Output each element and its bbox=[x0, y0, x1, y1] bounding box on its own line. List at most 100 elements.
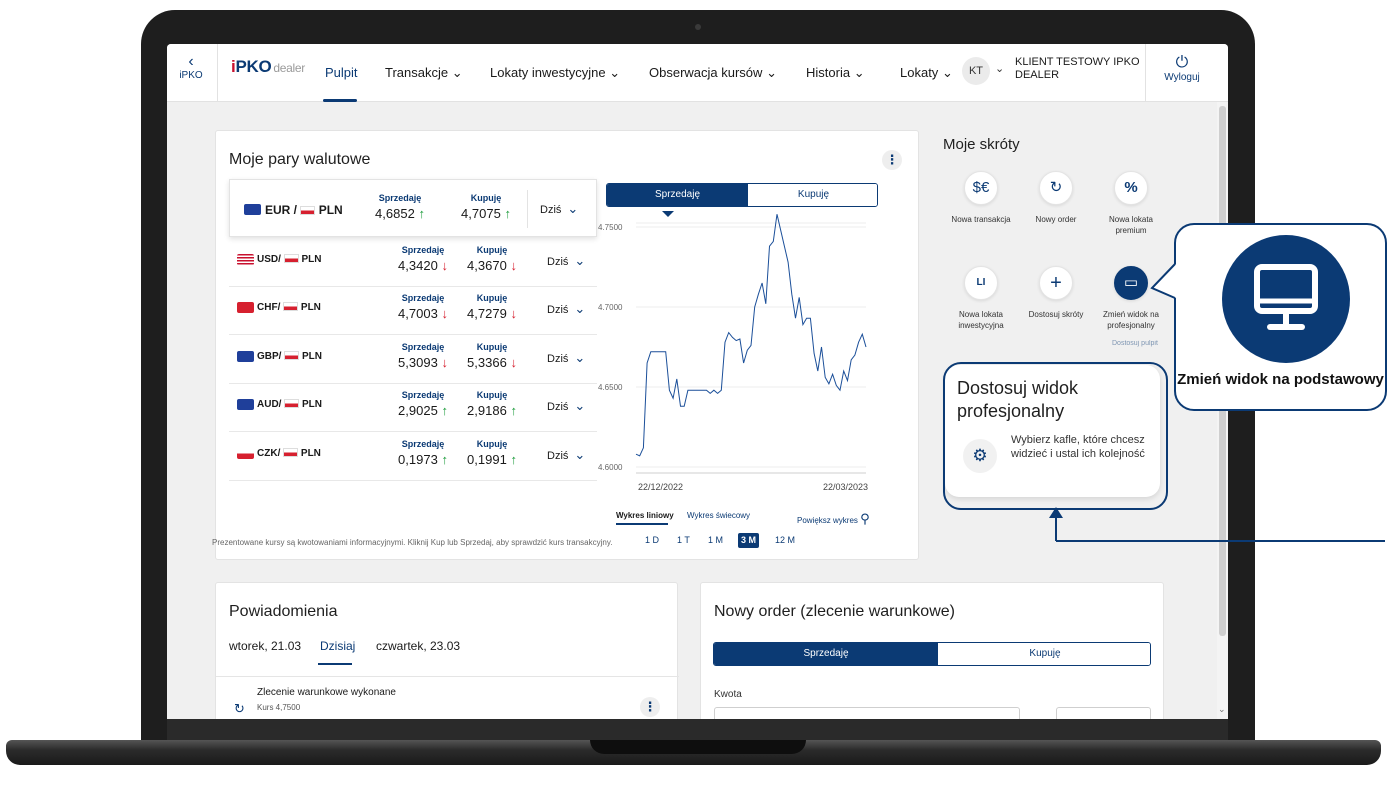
order-sell-tab[interactable]: Sprzedaję bbox=[714, 643, 938, 665]
pair-quote: PLN bbox=[318, 203, 343, 217]
shortcuts-title: Moje skróty bbox=[943, 136, 1020, 153]
scroll-down-arrow[interactable]: ⌄ bbox=[1218, 704, 1226, 715]
back-label: iPKO bbox=[179, 70, 203, 81]
shortcut-investment-deposit[interactable]: LI Nowa lokata inwestycyjna bbox=[946, 266, 1016, 331]
logo-main: PKO bbox=[235, 57, 272, 76]
gbp-flag-icon bbox=[237, 351, 254, 362]
shortcut-label: Zmień widok na profesjonalny bbox=[1102, 310, 1160, 330]
tab-thursday[interactable]: czwartek, 23.03 bbox=[376, 639, 460, 653]
pair-base: GBP bbox=[257, 351, 279, 362]
buy-value: 5,3366 ↓ bbox=[457, 355, 527, 370]
zoom-chart-link[interactable]: Powiększ wykres ⚲ bbox=[797, 511, 870, 527]
period-select[interactable]: Dziś ⌄ bbox=[540, 201, 578, 217]
chart-sell-tab[interactable]: Sprzedaję bbox=[607, 184, 748, 206]
pair-quote: PLN bbox=[300, 302, 321, 313]
date-input[interactable] bbox=[1056, 707, 1151, 719]
logout-button[interactable]: ⏻ Wyloguj bbox=[1152, 54, 1212, 83]
pair-row-usd-pln[interactable]: USD/ PLN Sprzedaję 4,3420 ↓ Kupuję 4,3670 ↓ D… bbox=[229, 239, 597, 287]
sell-value: 2,9025 ↑ bbox=[388, 403, 458, 418]
chevron-down-icon[interactable]: ⌄ bbox=[995, 62, 1004, 75]
toggle-pointer bbox=[662, 211, 674, 217]
chart-buy-tab[interactable]: Kupuję bbox=[748, 184, 877, 206]
range-12m[interactable]: 12 M bbox=[772, 533, 798, 548]
aud-flag-icon bbox=[237, 399, 254, 410]
more-options-icon[interactable]: ⋮ bbox=[640, 697, 660, 717]
more-options-icon[interactable]: ⋮ bbox=[882, 150, 902, 170]
amount-input[interactable] bbox=[714, 707, 1020, 719]
nav-label: Transakcje bbox=[385, 65, 449, 80]
order-buy-tab[interactable]: Kupuję bbox=[938, 643, 1150, 665]
candle-chart-tab[interactable]: Wykres świecowy bbox=[687, 511, 750, 520]
line-chart-tab[interactable]: Wykres liniowy bbox=[616, 511, 674, 520]
pair-row-gbp-pln[interactable]: GBP/ PLN Sprzedaję 5,3093 ↓ Kupuję 5,3366 ↓ D… bbox=[229, 336, 597, 384]
buy-rate[interactable]: Kupuję 2,9186 ↑ bbox=[457, 390, 527, 418]
period-select[interactable]: Dziś ⌄ bbox=[547, 398, 585, 414]
buy-rate[interactable]: Kupuję 4,7279 ↓ bbox=[457, 293, 527, 321]
chevron-down-icon: ⌄ bbox=[609, 65, 621, 80]
ipko-dealer-logo[interactable]: iPKO dealer bbox=[231, 57, 305, 77]
buy-rate[interactable]: Kupuję 0,1991 ↑ bbox=[457, 439, 527, 467]
pair-base: CHF bbox=[257, 302, 278, 313]
avatar[interactable]: KT bbox=[962, 57, 990, 85]
period-label: Dziś bbox=[540, 204, 562, 216]
buy-rate[interactable]: Kupuję 4,3670 ↓ bbox=[457, 245, 527, 273]
laptop-notch bbox=[590, 740, 806, 754]
chart-side-toggle[interactable]: Sprzedaję Kupuję bbox=[606, 183, 878, 207]
period-select[interactable]: Dziś ⌄ bbox=[547, 447, 585, 463]
pair-row-eur-pln[interactable]: EUR / PLN Sprzedaję 4,6852 ↑ Kupuję 4,7075… bbox=[229, 179, 597, 237]
nav-lokaty[interactable]: Lokaty ⌄ bbox=[900, 65, 953, 81]
range-1t[interactable]: 1 T bbox=[674, 533, 693, 548]
buy-label: Kupuję bbox=[476, 390, 508, 400]
pair-label: CHF/ PLN bbox=[257, 302, 321, 313]
top-navigation: ‹ iPKO iPKO dealer Pulpit Transakcje ⌄ Lo… bbox=[167, 44, 1228, 102]
customize-dashboard-link[interactable]: Dostosuj pulpit bbox=[1112, 340, 1158, 347]
period-select[interactable]: Dziś ⌄ bbox=[547, 350, 585, 366]
buy-label: Kupuję bbox=[476, 342, 508, 352]
chevron-down-icon: ⌄ bbox=[766, 65, 777, 80]
nav-historia[interactable]: Historia ⌄ bbox=[806, 65, 865, 81]
nav-pulpit[interactable]: Pulpit bbox=[325, 65, 358, 80]
shortcut-label: Nowy order bbox=[1035, 215, 1077, 224]
nav-transakcje[interactable]: Transakcje ⌄ bbox=[385, 65, 463, 81]
sell-label: Sprzedaję bbox=[401, 439, 445, 449]
y-tick-label: 4.7000 bbox=[598, 303, 623, 312]
tab-tuesday[interactable]: wtorek, 21.03 bbox=[229, 639, 301, 653]
buy-value: 0,1991 ↑ bbox=[457, 452, 527, 467]
pair-row-chf-pln[interactable]: CHF/ PLN Sprzedaję 4,7003 ↓ Kupuję 4,7279 ↓ D… bbox=[229, 287, 597, 335]
shortcut-premium-deposit[interactable]: % Nowa lokata premium bbox=[1096, 171, 1166, 236]
range-1d[interactable]: 1 D bbox=[642, 533, 662, 548]
callout-tail bbox=[1150, 263, 1176, 299]
pl-flag-icon bbox=[283, 254, 299, 263]
buy-rate[interactable]: Kupuję 4,7075 ↑ bbox=[451, 193, 521, 221]
range-1m[interactable]: 1 M bbox=[705, 533, 726, 548]
range-3m[interactable]: 3 M bbox=[738, 533, 760, 548]
search-icon: ⚲ bbox=[860, 511, 870, 526]
shortcut-new-transaction[interactable]: $€ Nowa transakcja bbox=[946, 171, 1016, 225]
tab-today[interactable]: Dzisiaj bbox=[320, 639, 355, 653]
back-to-ipko-button[interactable]: ‹ iPKO bbox=[175, 54, 207, 82]
shortcut-customize[interactable]: + Dostosuj skróty bbox=[1021, 266, 1091, 320]
sell-rate[interactable]: Sprzedaję 0,1973 ↑ bbox=[388, 439, 458, 467]
buy-label: Kupuję bbox=[476, 439, 508, 449]
pair-row-aud-pln[interactable]: AUD/ PLN Sprzedaję 2,9025 ↑ Kupuję 2,9186 ↑ D… bbox=[229, 384, 597, 432]
period-select[interactable]: Dziś ⌄ bbox=[547, 253, 585, 269]
pl-flag-icon bbox=[283, 448, 299, 457]
buy-rate[interactable]: Kupuję 5,3366 ↓ bbox=[457, 342, 527, 370]
sell-rate[interactable]: Sprzedaję 5,3093 ↓ bbox=[388, 342, 458, 370]
shortcut-new-order[interactable]: ↻ Nowy order bbox=[1021, 171, 1091, 225]
nav-lokaty-inwestycyjne[interactable]: Lokaty inwestycyjne ⌄ bbox=[490, 65, 620, 81]
laptop-mockup: ‹ iPKO iPKO dealer Pulpit Transakcje ⌄ Lo… bbox=[0, 0, 1387, 793]
pointer-arrow bbox=[1049, 507, 1385, 542]
pair-row-czk-pln[interactable]: CZK/ PLN Sprzedaję 0,1973 ↑ Kupuję 0,1991 ↑ D… bbox=[229, 433, 597, 481]
sell-rate[interactable]: Sprzedaję 4,3420 ↓ bbox=[388, 245, 458, 273]
sell-rate[interactable]: Sprzedaję 4,7003 ↓ bbox=[388, 293, 458, 321]
sell-rate[interactable]: Sprzedaję 2,9025 ↑ bbox=[388, 390, 458, 418]
sell-rate[interactable]: Sprzedaję 4,6852 ↑ bbox=[365, 193, 435, 221]
sell-value: 4,6852 ↑ bbox=[365, 206, 435, 221]
sell-label: Sprzedaję bbox=[378, 193, 422, 203]
nav-obserwacja-kursow[interactable]: Obserwacja kursów ⌄ bbox=[649, 65, 777, 81]
order-side-toggle[interactable]: Sprzedaję Kupuję bbox=[713, 642, 1151, 666]
notifications-card: Powiadomienia wtorek, 21.03 Dzisiaj czwa… bbox=[215, 582, 679, 719]
zoom-label: Powiększ wykres bbox=[797, 516, 858, 525]
period-select[interactable]: Dziś ⌄ bbox=[547, 301, 585, 317]
